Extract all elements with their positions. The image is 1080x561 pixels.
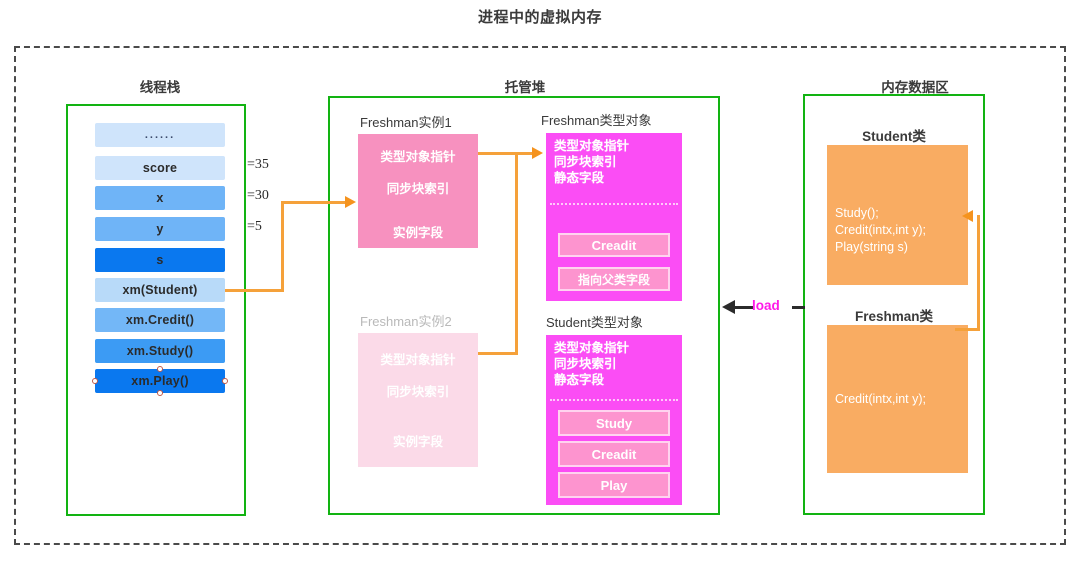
type-field-sync-block-index: 同步块索引 bbox=[554, 357, 617, 371]
connector-stack-to-instance-h1 bbox=[225, 289, 284, 292]
stack-slot-x[interactable]: x bbox=[95, 186, 225, 210]
freshman-method-credit: Credit(intx,int y); bbox=[835, 392, 926, 406]
instance-field-instance-fields: 实例字段 bbox=[392, 226, 443, 240]
stack-slot-xm-study[interactable]: xm.Study() bbox=[95, 339, 225, 363]
stack-slot-score[interactable]: score bbox=[95, 156, 225, 180]
instance-field-type-object-pointer: 类型对象指针 bbox=[380, 150, 456, 164]
page-title: 进程中的虚拟内存 bbox=[477, 9, 602, 26]
load-arrow-icon bbox=[722, 300, 735, 314]
value-note-y: =5 bbox=[247, 219, 262, 234]
value-note-score: =35 bbox=[247, 157, 269, 172]
stack-slot-label: score bbox=[142, 161, 178, 175]
stack-slot-label: xm(Student) bbox=[122, 283, 198, 297]
type-field-static-fields: 静态字段 bbox=[554, 171, 605, 185]
load-connector-right-seg bbox=[792, 306, 805, 309]
instance-field-sync-block-index: 同步块索引 bbox=[386, 385, 450, 399]
stack-slot-label: xm.Credit() bbox=[125, 313, 195, 327]
stack-slot-ellipsis[interactable]: ...... bbox=[95, 123, 225, 147]
connector-stack-to-instance-v bbox=[281, 201, 284, 291]
type-object-separator bbox=[550, 203, 678, 205]
load-label: load bbox=[752, 298, 780, 313]
stack-slot-label: y bbox=[156, 222, 164, 236]
class-title-freshman: Freshman类 bbox=[854, 309, 934, 324]
caption-student-type-object: Student类型对象 bbox=[546, 315, 643, 330]
stack-slot-label: s bbox=[156, 253, 164, 267]
type-field-static-fields: 静态字段 bbox=[554, 373, 605, 387]
student-method-study: Study(); bbox=[835, 206, 879, 220]
stack-slot-xm-student[interactable]: xm(Student) bbox=[95, 278, 225, 302]
connector-instances-to-type-v bbox=[515, 152, 518, 354]
caption-freshman-instance-1: Freshman实例1 bbox=[360, 115, 452, 130]
method-chip-parent-class-field-pointer[interactable]: 指向父类字段 bbox=[558, 267, 670, 291]
stack-slot-label: xm.Play() bbox=[131, 374, 189, 388]
method-chip-creadit[interactable]: Creadit bbox=[558, 233, 670, 257]
instance-field-type-object-pointer: 类型对象指针 bbox=[380, 353, 456, 367]
student-class-box[interactable]: Study(); Credit(intx,int y); Play(string… bbox=[827, 145, 968, 285]
freshman-type-object[interactable]: 类型对象指针 同步块索引 静态字段 Creadit 指向父类字段 bbox=[546, 133, 682, 301]
student-method-play: Play(string s) bbox=[835, 240, 908, 254]
connector-inheritance-v bbox=[977, 215, 980, 330]
diagram-canvas: 进程中的虚拟内存 线程栈 托管堆 内存数据区 ...... score x y … bbox=[0, 0, 1080, 561]
region-header-managed-heap: 托管堆 bbox=[504, 80, 546, 95]
student-method-credit: Credit(intx,int y); bbox=[835, 223, 926, 237]
selection-handle-bottom[interactable] bbox=[157, 390, 163, 396]
connector-arrow-to-type-object bbox=[532, 147, 543, 159]
student-type-object[interactable]: 类型对象指针 同步块索引 静态字段 Study Creadit Play bbox=[546, 335, 682, 505]
stack-slot-label: ...... bbox=[144, 129, 176, 141]
stack-slot-label: xm.Study() bbox=[126, 344, 194, 358]
selection-handle-left[interactable] bbox=[92, 378, 98, 384]
method-chip-creadit[interactable]: Creadit bbox=[558, 441, 670, 467]
connector-instance2-to-type-h bbox=[478, 352, 518, 355]
class-title-student: Student类 bbox=[862, 129, 926, 144]
type-field-sync-block-index: 同步块索引 bbox=[554, 155, 617, 169]
stack-slot-s[interactable]: s bbox=[95, 248, 225, 272]
freshman-instance-1[interactable]: 类型对象指针 同步块索引 实例字段 bbox=[358, 134, 478, 248]
type-field-type-object-pointer: 类型对象指针 bbox=[554, 139, 630, 153]
value-note-x: =30 bbox=[247, 188, 269, 203]
freshman-class-box[interactable]: Credit(intx,int y); bbox=[827, 325, 968, 473]
type-object-separator bbox=[550, 399, 678, 401]
type-field-type-object-pointer: 类型对象指针 bbox=[554, 341, 630, 355]
method-chip-play[interactable]: Play bbox=[558, 472, 670, 498]
selection-handle-top[interactable] bbox=[157, 366, 163, 372]
region-header-memory-data-area: 内存数据区 bbox=[881, 80, 949, 95]
region-header-thread-stack: 线程栈 bbox=[139, 80, 181, 95]
connector-arrow-to-instance bbox=[345, 196, 356, 208]
instance-field-instance-fields: 实例字段 bbox=[392, 435, 443, 449]
selection-handle-right[interactable] bbox=[222, 378, 228, 384]
stack-slot-label: x bbox=[156, 191, 164, 205]
instance-field-sync-block-index: 同步块索引 bbox=[386, 182, 450, 196]
method-chip-study[interactable]: Study bbox=[558, 410, 670, 436]
caption-freshman-instance-2: Freshman实例2 bbox=[360, 314, 452, 329]
caption-freshman-type-object: Freshman类型对象 bbox=[541, 113, 652, 128]
stack-slot-y[interactable]: y bbox=[95, 217, 225, 241]
connector-stack-to-instance-h2 bbox=[281, 201, 348, 204]
connector-arrow-inheritance bbox=[962, 210, 973, 222]
stack-slot-xm-credit[interactable]: xm.Credit() bbox=[95, 308, 225, 332]
connector-inheritance-h bbox=[955, 328, 980, 331]
freshman-instance-2[interactable]: 类型对象指针 同步块索引 实例字段 bbox=[358, 333, 478, 467]
